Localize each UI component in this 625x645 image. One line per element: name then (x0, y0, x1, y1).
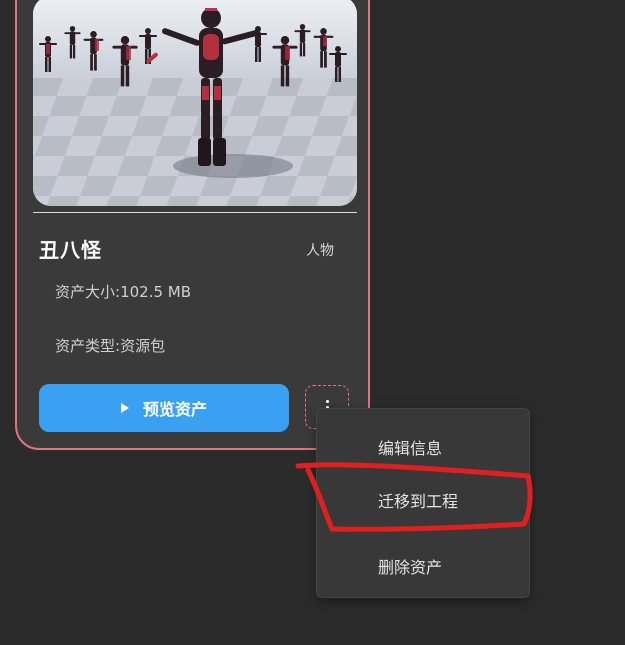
menu-item-migrate-to-project[interactable]: 迁移到工程 (378, 488, 458, 512)
preview-asset-label: 预览资产 (142, 402, 207, 419)
asset-size-value: 102.5 MB (120, 283, 192, 301)
preview-asset-button[interactable]: 预览资产 (39, 384, 289, 432)
asset-name: 丑八怪 (39, 238, 102, 262)
asset-size-label: 资产大小: (55, 283, 121, 301)
asset-size-row: 资产大小:102.5 MB (55, 281, 191, 302)
play-icon (120, 403, 129, 413)
menu-item-delete-asset[interactable]: 删除资产 (378, 554, 442, 578)
card-divider (33, 212, 357, 213)
thumbnail-image (33, 0, 357, 206)
asset-card[interactable]: 丑八怪 人物 资产大小:102.5 MB 资产类型:资源包 预览资产 (15, 0, 370, 450)
asset-thumbnail[interactable] (33, 0, 357, 206)
asset-context-menu: 编辑信息 迁移到工程 删除资产 (316, 408, 530, 598)
menu-item-edit-info[interactable]: 编辑信息 (378, 435, 442, 459)
asset-library-view: 丑八怪 人物 资产大小:102.5 MB 资产类型:资源包 预览资产 编辑信息 … (0, 0, 625, 645)
asset-type-value: 资源包 (120, 337, 166, 355)
asset-type-row: 资产类型:资源包 (55, 335, 165, 356)
asset-category-tag: 人物 (306, 243, 334, 259)
asset-type-label: 资产类型: (55, 337, 121, 355)
more-dot-icon (325, 399, 329, 403)
